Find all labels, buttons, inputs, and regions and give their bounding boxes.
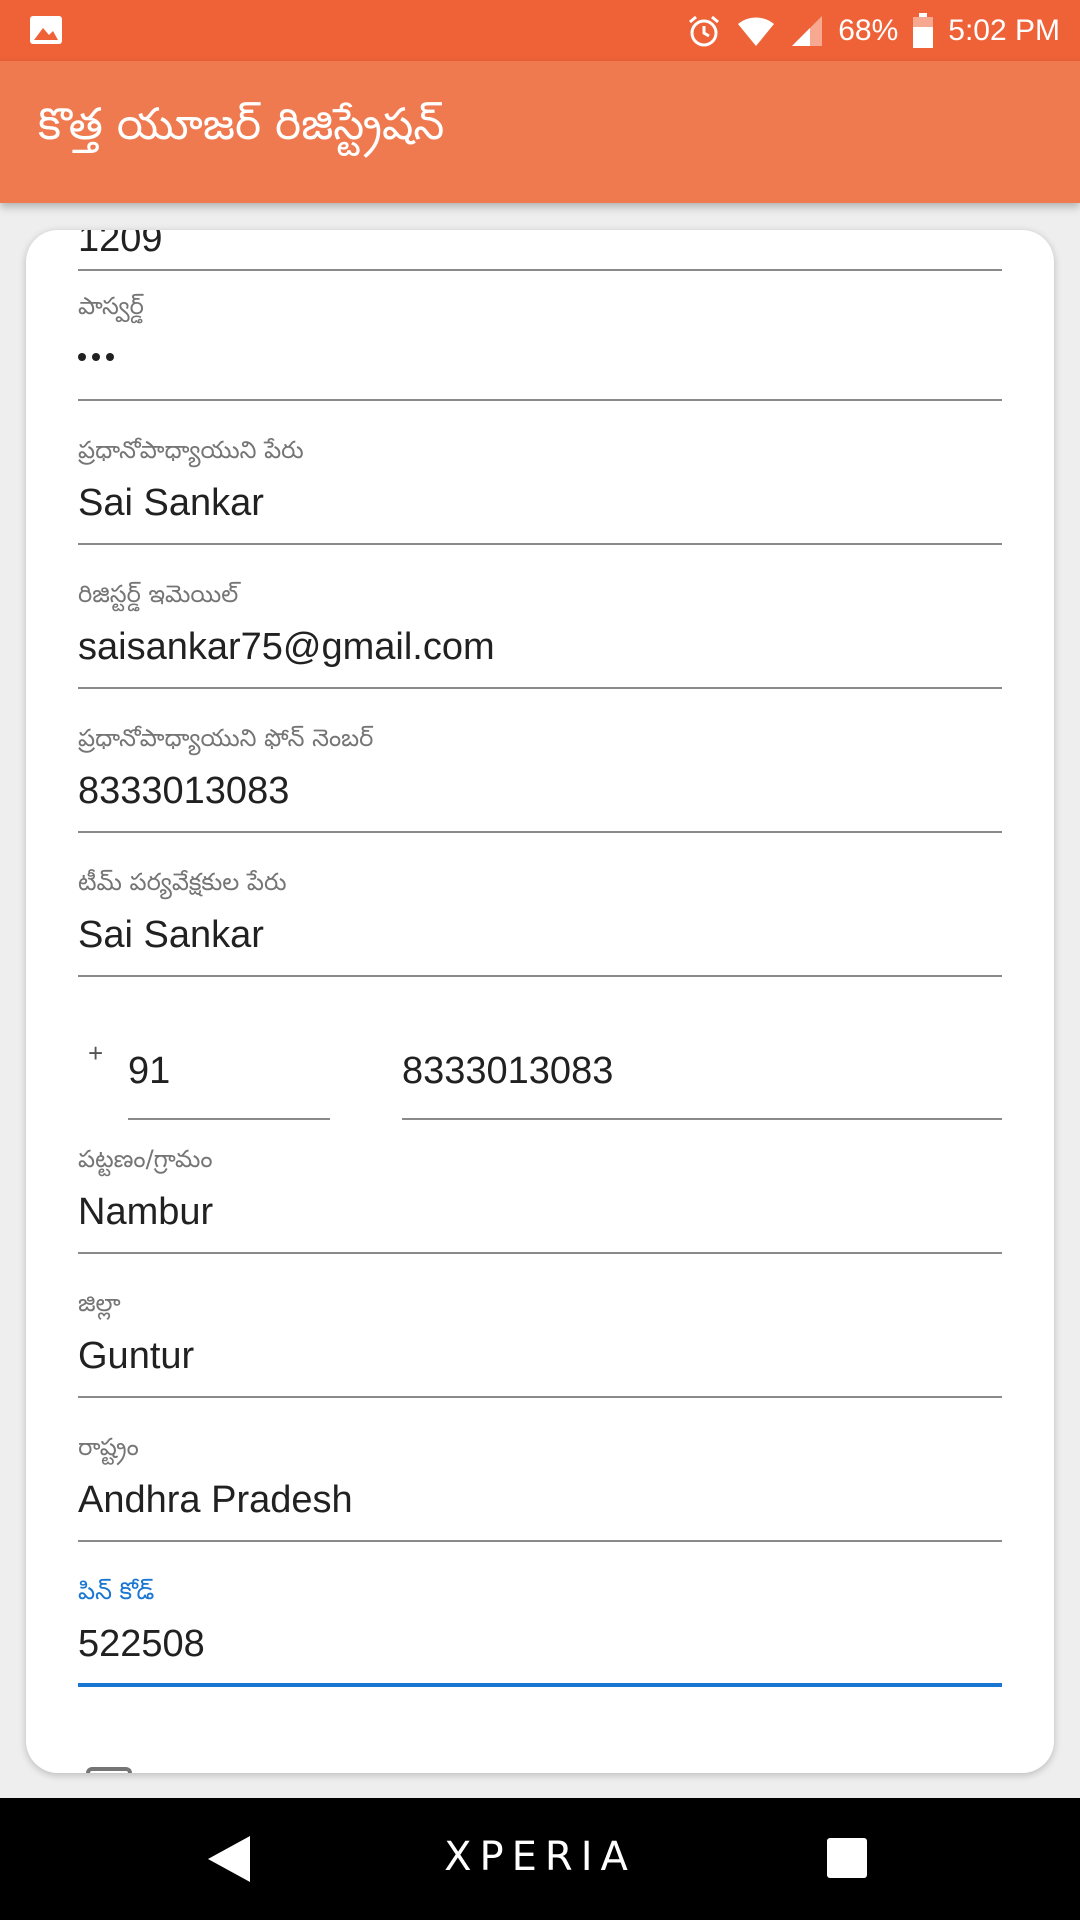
clock: 5:02 PM [948, 13, 1060, 47]
registered-email-field[interactable]: రిజిస్టర్డ్ ఇమెయిల్ saisankar75@gmail.co… [78, 570, 1002, 690]
field-underline [78, 687, 1002, 689]
state-field[interactable]: రాష్ట్రం Andhra Pradesh [78, 1423, 1002, 1543]
pin-code-field[interactable]: పిన్ కోడ్ 522508 [78, 1567, 1002, 1689]
signal-icon [790, 14, 824, 48]
town-village-field[interactable]: పట్టణం/గ్రామం Nambur [78, 1135, 1002, 1255]
plus-sign: + [88, 1038, 104, 1068]
field-underline [78, 399, 1002, 401]
password-label: పాస్వర్డ్ [78, 292, 144, 320]
alarm-icon [686, 13, 722, 49]
field-underline [78, 831, 1002, 833]
password-input[interactable] [78, 338, 114, 376]
supervisor-phone-row: + 91 8333013083 [78, 1030, 1002, 1120]
field-underline [78, 1540, 1002, 1542]
battery-percent: 68% [838, 13, 899, 47]
school-code-field[interactable]: 1209 [78, 230, 1002, 286]
scroll-content[interactable]: 1209 పాస్వర్డ్ ప్రధానోపాధ్యాయుని పేరు Sa… [0, 203, 1080, 1798]
supervisor-name-label: టీమ్ పర్యవేక్షకుల పేరు [78, 868, 287, 896]
supervisor-name-input[interactable]: Sai Sankar [78, 914, 264, 957]
field-underline [78, 1396, 1002, 1398]
field-underline [128, 1118, 330, 1120]
app-bar: కొత్త యూజర్ రిజిస్ట్రేషన్ [0, 61, 1080, 203]
district-input[interactable]: Guntur [78, 1335, 194, 1378]
headmaster-name-field[interactable]: ప్రధానోపాధ్యాయుని పేరు Sai Sankar [78, 426, 1002, 546]
field-underline [78, 1252, 1002, 1254]
battery-icon [912, 12, 934, 49]
pin-code-input[interactable]: 522508 [78, 1623, 205, 1666]
town-village-input[interactable]: Nambur [78, 1191, 213, 1234]
supervisor-name-field[interactable]: టీమ్ పర్యవేక్షకుల పేరు Sai Sankar [78, 858, 1002, 978]
navigation-bar: XPERIA [0, 1798, 1080, 1920]
field-underline [402, 1118, 1002, 1120]
phone-number-input[interactable]: 8333013083 [402, 1050, 613, 1093]
headmaster-phone-input[interactable]: 8333013083 [78, 770, 289, 813]
state-input[interactable]: Andhra Pradesh [78, 1479, 353, 1522]
field-underline [78, 269, 1002, 271]
page-title: కొత్త యూజర్ రిజిస్ట్రేషన్ [38, 99, 445, 150]
registration-form-card: 1209 పాస్వర్డ్ ప్రధానోపాధ్యాయుని పేరు Sa… [26, 230, 1054, 1773]
headmaster-phone-field[interactable]: ప్రధానోపాధ్యాయుని ఫోన్ నెంబర్ 8333013083 [78, 714, 1002, 834]
registered-email-input[interactable]: saisankar75@gmail.com [78, 626, 495, 669]
password-field[interactable]: పాస్వర్డ్ [78, 282, 1002, 402]
field-underline [78, 543, 1002, 545]
phone-number-field[interactable]: 8333013083 [402, 1030, 1002, 1120]
state-label: రాష్ట్రం [78, 1433, 139, 1461]
field-underline [78, 975, 1002, 977]
wifi-icon [736, 14, 776, 48]
headmaster-name-input[interactable]: Sai Sankar [78, 482, 264, 525]
recent-apps-icon[interactable] [827, 1838, 867, 1878]
school-code-value: 1209 [78, 230, 163, 260]
country-code-input[interactable]: 91 [128, 1050, 170, 1093]
gallery-notification-icon [28, 14, 64, 46]
registered-email-label: రిజిస్టర్డ్ ఇమెయిల్ [78, 580, 239, 608]
brand-logo: XPERIA [444, 1834, 636, 1880]
pin-code-label: పిన్ కోడ్ [78, 1577, 155, 1605]
field-underline-focused [78, 1683, 1002, 1687]
district-field[interactable]: జిల్లా Guntur [78, 1279, 1002, 1399]
status-bar: 68% 5:02 PM [0, 0, 1080, 61]
country-code-field[interactable]: 91 [128, 1030, 330, 1120]
terms-checkbox[interactable] [86, 1767, 132, 1773]
headmaster-name-label: ప్రధానోపాధ్యాయుని పేరు [78, 436, 304, 464]
town-village-label: పట్టణం/గ్రామం [78, 1145, 213, 1173]
district-label: జిల్లా [78, 1289, 121, 1317]
headmaster-phone-label: ప్రధానోపాధ్యాయుని ఫోన్ నెంబర్ [78, 724, 374, 752]
